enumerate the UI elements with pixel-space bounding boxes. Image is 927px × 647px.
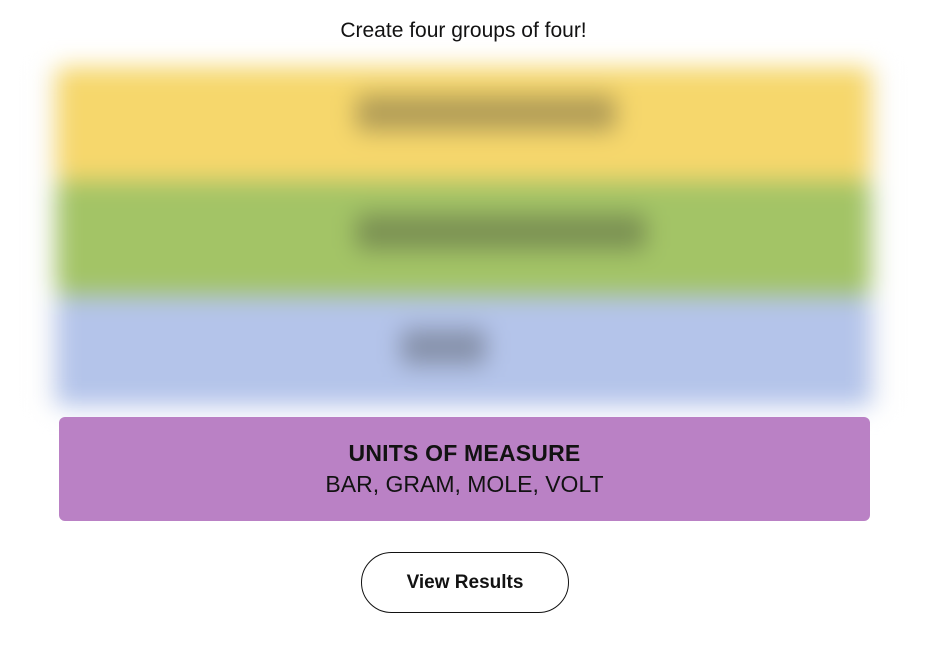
blurred-group-text [401, 329, 486, 365]
solved-category-card: UNITS OF MEASURE BAR, GRAM, MOLE, VOLT [59, 417, 870, 521]
category-members: BAR, GRAM, MOLE, VOLT [325, 471, 604, 497]
blurred-blue-group [56, 295, 871, 406]
blurred-yellow-group [56, 67, 871, 181]
view-results-button[interactable]: View Results [361, 552, 569, 613]
blurred-green-group [56, 181, 871, 295]
blurred-solved-groups [38, 67, 889, 406]
blurred-group-text [356, 214, 646, 250]
game-instructions: Create four groups of four! [340, 19, 587, 42]
blurred-group-text [356, 95, 616, 131]
category-title: UNITS OF MEASURE [348, 440, 581, 466]
game-results-page: Create four groups of four! UNITS OF MEA… [0, 0, 927, 647]
